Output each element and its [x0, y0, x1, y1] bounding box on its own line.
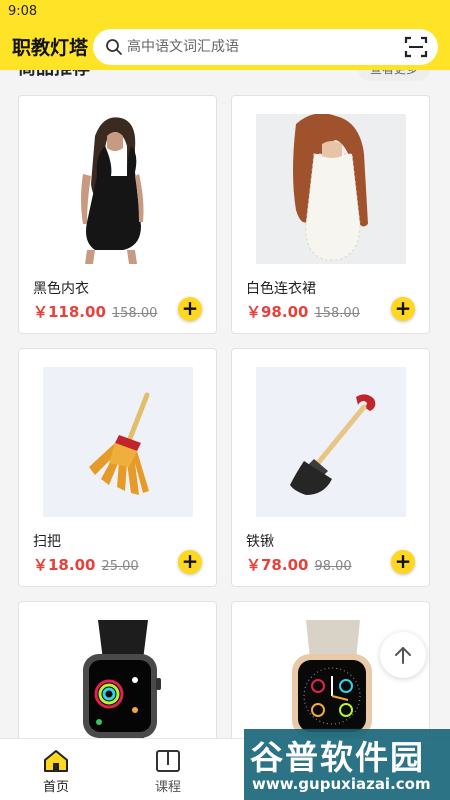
- product-image-black-dress: [43, 114, 193, 264]
- current-price: ￥98.00: [246, 303, 309, 321]
- app-header: 职教灯塔: [0, 24, 450, 70]
- product-card[interactable]: [18, 601, 217, 738]
- product-price: ￥118.00 158.00: [33, 301, 157, 322]
- product-name: 铁锹: [246, 534, 274, 550]
- status-time: 9:08: [8, 4, 38, 19]
- product-price: ￥18.00 25.00: [33, 554, 139, 575]
- product-list: 商品推荐 查看更多 黑色内衣 ￥118.00 158.00 +: [0, 70, 450, 738]
- section-header: 商品推荐 查看更多: [0, 70, 450, 84]
- tab-label: 首页: [42, 780, 69, 795]
- home-icon: [44, 750, 68, 772]
- current-price: ￥118.00: [33, 303, 106, 321]
- current-price: ￥18.00: [33, 556, 96, 574]
- arrow-up-icon: [395, 647, 411, 664]
- add-to-cart-button[interactable]: +: [391, 550, 415, 574]
- product-name: 扫把: [33, 534, 61, 550]
- watermark: 谷普软件园 www.gupuxiazai.com: [244, 729, 450, 800]
- app-title: 职教灯塔: [12, 37, 89, 59]
- status-bar: 9:08: [0, 0, 450, 24]
- back-to-top-button[interactable]: [380, 632, 426, 678]
- add-to-cart-button[interactable]: +: [391, 297, 415, 321]
- product-price: ￥78.00 98.00: [246, 554, 352, 575]
- product-card[interactable]: 铁锹 ￥78.00 98.00 +: [231, 348, 430, 587]
- original-price: 98.00: [314, 559, 352, 574]
- plus-icon: +: [394, 549, 412, 573]
- original-price: 158.00: [111, 306, 158, 321]
- product-card[interactable]: 白色连衣裙 ￥98.00 158.00 +: [231, 95, 430, 334]
- original-price: 158.00: [314, 306, 360, 321]
- section-title: 商品推荐: [18, 70, 90, 80]
- search-bar[interactable]: [93, 29, 438, 65]
- current-price: ￥78.00: [246, 556, 309, 574]
- product-image-shovel: [256, 367, 406, 517]
- book-icon: [156, 750, 180, 772]
- plus-icon: +: [181, 296, 199, 320]
- product-image-white-dress: [256, 114, 406, 264]
- add-to-cart-button[interactable]: +: [178, 550, 202, 574]
- product-name: 黑色内衣: [33, 281, 89, 297]
- add-to-cart-button[interactable]: +: [178, 297, 202, 321]
- watermark-url: www.gupuxiazai.com: [252, 775, 431, 793]
- product-name: 白色连衣裙: [246, 281, 316, 297]
- search-input[interactable]: [127, 37, 377, 57]
- product-price: ￥98.00 158.00: [246, 301, 360, 322]
- product-card[interactable]: 扫把 ￥18.00 25.00 +: [18, 348, 217, 587]
- view-more-button[interactable]: 查看更多: [357, 70, 430, 81]
- scan-icon[interactable]: [404, 35, 428, 59]
- plus-icon: +: [181, 549, 199, 573]
- search-icon: [106, 39, 122, 55]
- tab-home[interactable]: 首页: [6, 739, 106, 800]
- tab-label: 课程: [154, 780, 181, 795]
- product-image-gold-watch: [256, 620, 406, 738]
- product-card[interactable]: 黑色内衣 ￥118.00 158.00 +: [18, 95, 217, 334]
- product-image-black-watch: [43, 620, 193, 738]
- tab-courses[interactable]: 课程: [118, 739, 218, 800]
- product-image-broom: [43, 367, 193, 517]
- plus-icon: +: [394, 296, 412, 320]
- original-price: 25.00: [101, 559, 139, 574]
- watermark-title: 谷普软件园: [250, 738, 425, 777]
